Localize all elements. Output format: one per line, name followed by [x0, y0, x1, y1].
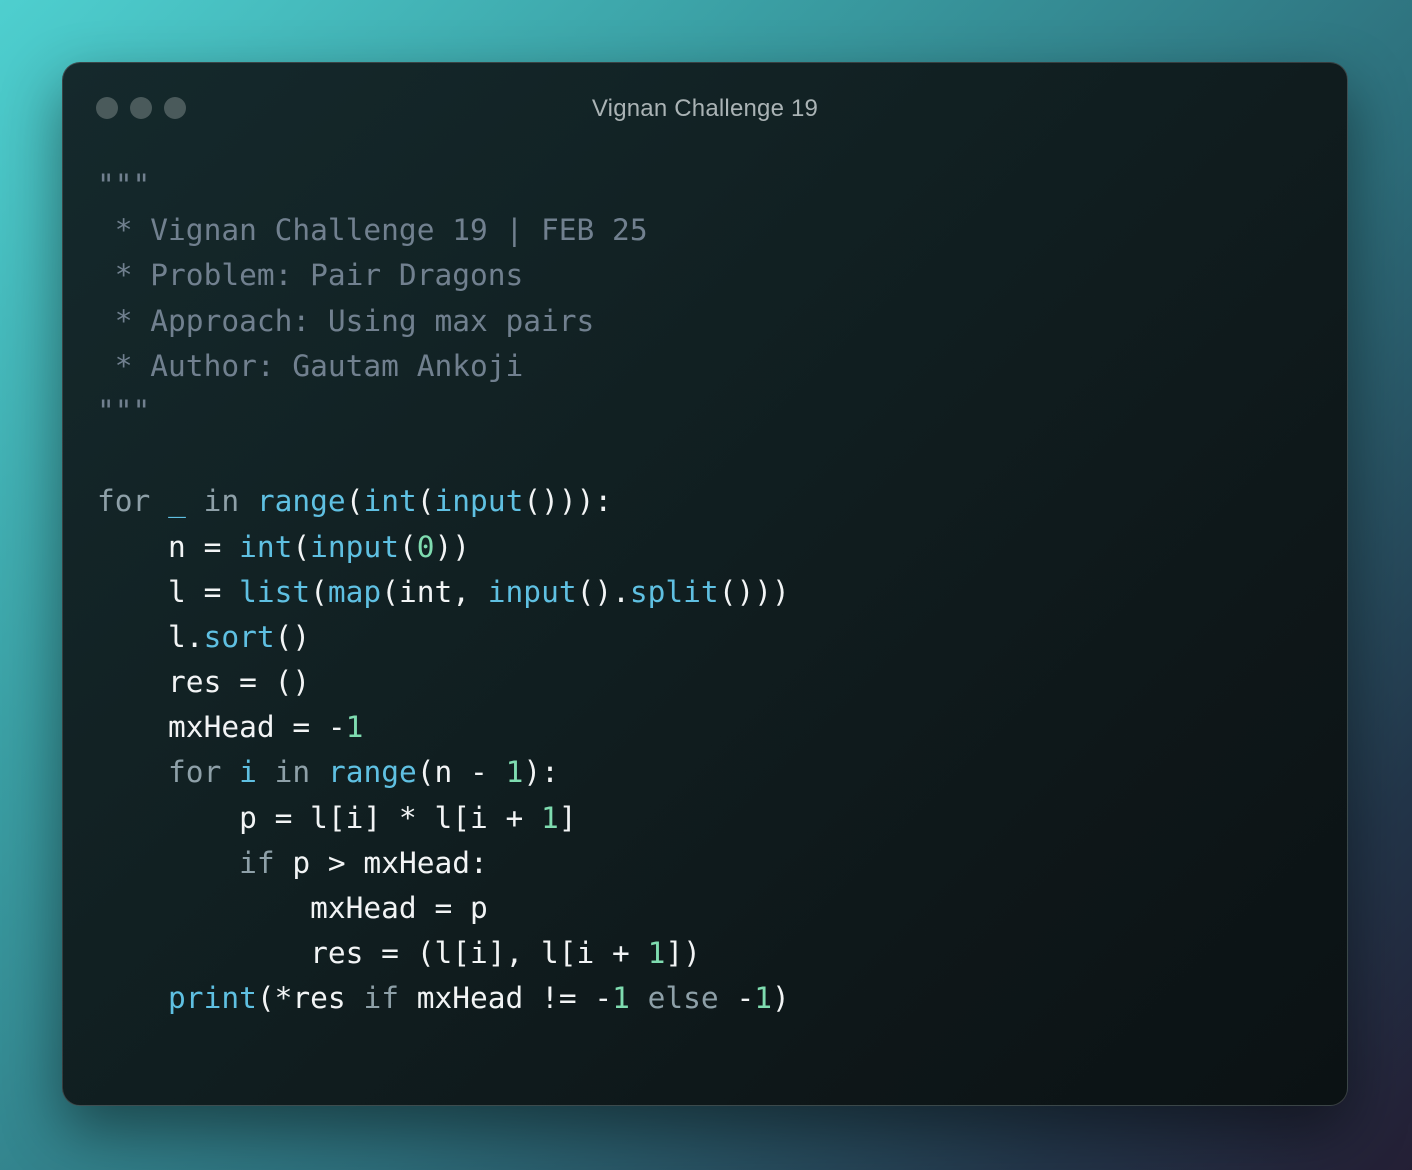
- code-token: res = (): [97, 665, 311, 700]
- code-line: print(*res if mxHead != -1 else -1): [97, 976, 790, 1021]
- code-token: (*res: [256, 981, 364, 1016]
- code-token: p = l[i] * l[i +: [97, 800, 542, 835]
- code-line: l.sort(): [97, 615, 790, 660]
- code-token: ]): [665, 936, 701, 971]
- code-line: l = list(map(int, input().split())): [97, 570, 790, 615]
- code-line: * Approach: Using max pairs: [97, 299, 790, 344]
- code-token: input: [310, 529, 399, 564]
- code-token: ]: [558, 800, 577, 835]
- code-token: -: [718, 981, 755, 1016]
- code-token: """: [97, 168, 151, 202]
- code-token: (n -: [416, 755, 506, 790]
- code-token: p > mxHead:: [274, 845, 488, 880]
- code-line: """: [97, 389, 790, 434]
- code-token: """: [97, 393, 151, 428]
- code-token: int: [239, 529, 293, 564]
- code-token: input: [487, 574, 577, 609]
- code-token: (int,: [381, 574, 488, 609]
- code-token: list: [239, 574, 311, 609]
- code-token: ())):: [523, 484, 613, 519]
- code-token: ().: [576, 574, 630, 609]
- code-token: i: [239, 755, 257, 790]
- code-line: p = l[i] * l[i + 1]: [97, 796, 790, 841]
- code-token: 1: [505, 755, 524, 790]
- code-token: 1: [541, 800, 559, 835]
- code-token: int: [363, 484, 417, 519]
- code-line: for i in range(n - 1):: [97, 750, 790, 795]
- code-token: input: [434, 484, 524, 519]
- code-line: mxHead = p: [97, 886, 790, 931]
- code-line: for _ in range(int(input())):: [97, 479, 790, 524]
- code-line: * Author: Gautam Ankoji: [97, 344, 790, 389]
- code-token: in: [274, 755, 311, 790]
- code-token: range: [327, 755, 417, 790]
- code-token: l.: [97, 619, 204, 654]
- code-token: (: [416, 484, 435, 519]
- code-line: mxHead = -1: [97, 705, 790, 750]
- code-token: for: [97, 484, 151, 519]
- code-token: map: [327, 574, 382, 609]
- code-line: * Problem: Pair Dragons: [97, 253, 790, 298]
- code-token: print: [168, 981, 257, 1016]
- code-line: if p > mxHead:: [97, 841, 790, 886]
- code-token: (: [292, 529, 311, 564]
- code-token: sort: [203, 619, 275, 654]
- code-token: 0: [416, 529, 435, 564]
- code-window: Vignan Challenge 19 """ * Vignan Challen…: [62, 62, 1348, 1106]
- code-token: split: [629, 574, 719, 609]
- code-token: res = (l[i], l[i +: [97, 936, 648, 971]
- code-token: * Approach: Using max pairs: [97, 303, 595, 338]
- code-line: """: [97, 163, 790, 208]
- code-token: ())): [718, 574, 790, 609]
- code-token: _: [168, 484, 186, 519]
- code-line: * Vignan Challenge 19 | FEB 25: [97, 208, 790, 253]
- code-token: ):: [523, 755, 559, 790]
- code-line: res = (): [97, 660, 790, 705]
- code-token: in: [203, 484, 240, 519]
- code-token: 1: [754, 981, 772, 1016]
- code-token: mxHead = -: [97, 710, 346, 745]
- code-token: 1: [345, 710, 364, 745]
- code-token: mxHead = p: [97, 891, 488, 925]
- code-token: else: [647, 981, 719, 1016]
- code-token: if: [363, 981, 399, 1016]
- code-block: """ * Vignan Challenge 19 | FEB 25 * Pro…: [97, 163, 790, 1022]
- code-token: (: [310, 574, 328, 609]
- code-token: (: [345, 484, 364, 519]
- code-token: * Vignan Challenge 19 | FEB 25: [97, 213, 648, 248]
- code-token: 1: [647, 936, 666, 971]
- code-token: 1: [612, 981, 630, 1016]
- code-token: * Problem: Pair Dragons: [97, 258, 524, 293]
- code-token: ): [771, 981, 790, 1016]
- code-token: (: [398, 529, 417, 564]
- code-token: for: [168, 755, 222, 790]
- window-title: Vignan Challenge 19: [591, 95, 819, 122]
- code-token: range: [256, 484, 346, 519]
- code-token: * Author: Gautam Ankoji: [97, 348, 524, 383]
- code-token: l =: [97, 574, 240, 609]
- code-token: mxHead != -: [398, 981, 613, 1016]
- code-token: )): [434, 529, 471, 564]
- code-token: (): [274, 619, 311, 654]
- code-line: n = int(input(0)): [97, 525, 790, 570]
- code-token: n =: [97, 529, 240, 564]
- code-line: res = (l[i], l[i + 1]): [97, 931, 790, 976]
- code-token: if: [239, 845, 275, 880]
